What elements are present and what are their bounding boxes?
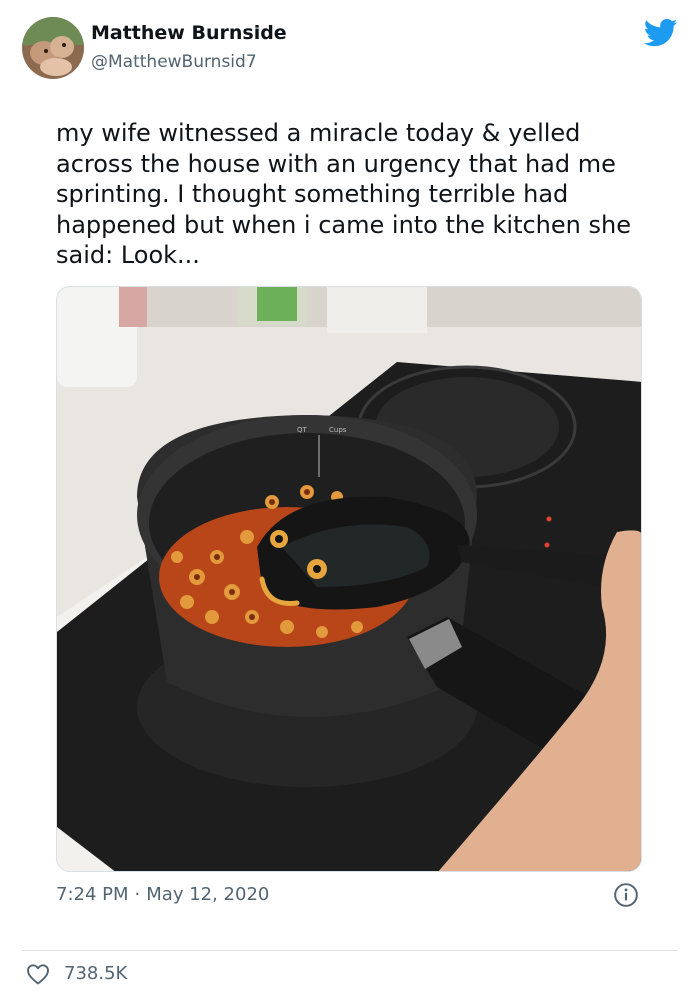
author-name[interactable]: Matthew Burnside	[91, 22, 287, 44]
heart-icon[interactable]	[26, 963, 50, 985]
tweet-card: Matthew Burnside @MatthewBurnsid7 my wif…	[0, 0, 700, 1003]
separator-dot: ·	[134, 884, 141, 905]
author-handle[interactable]: @MatthewBurnsid7	[91, 52, 257, 72]
like-count[interactable]: 738.5K	[64, 963, 127, 984]
photo-pot-on-stove: QT Cups	[57, 287, 641, 871]
divider	[22, 950, 678, 951]
svg-text:QT: QT	[297, 426, 308, 434]
twitter-bird-icon[interactable]	[644, 18, 678, 48]
tweet-time: 7:24 PM	[56, 884, 129, 905]
tweet-photo[interactable]: QT Cups	[56, 286, 642, 872]
info-icon[interactable]	[613, 882, 639, 908]
svg-text:Cups: Cups	[329, 426, 347, 434]
avatar[interactable]	[22, 17, 84, 79]
tweet-date: May 12, 2020	[146, 884, 270, 905]
tweet-text: my wife witnessed a miracle today & yell…	[56, 119, 631, 269]
tweet-timestamp[interactable]: 7:24 PM · May 12, 2020	[56, 884, 269, 905]
